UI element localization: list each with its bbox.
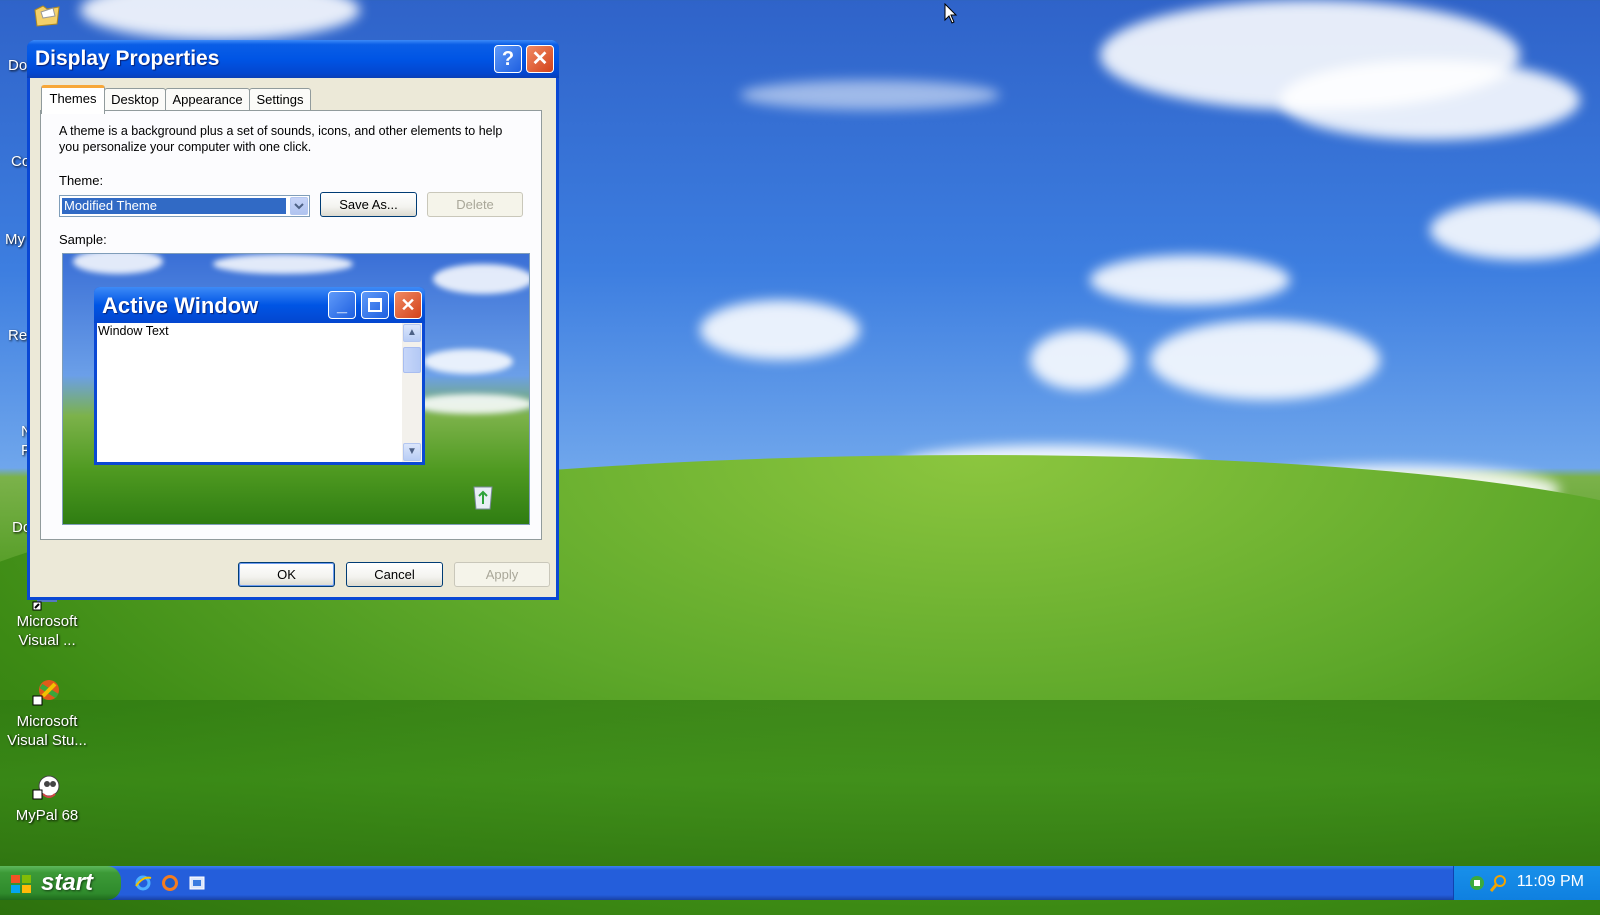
start-button[interactable]: start	[0, 866, 121, 900]
ok-button[interactable]: OK	[238, 562, 335, 587]
tab-appearance[interactable]: Appearance	[165, 88, 250, 111]
desktop-icon-label: Visual Stu...	[7, 732, 87, 749]
search-icon[interactable]	[1489, 874, 1508, 892]
theme-dropdown[interactable]: Modified Theme	[59, 195, 310, 217]
folder-icon[interactable]	[33, 2, 61, 28]
sample-title-bar: Active Window _ ✕	[94, 287, 425, 323]
sample-active-window: Active Window _ ✕ Window Text ▲ ▼	[94, 287, 425, 465]
minimize-icon: _	[328, 291, 356, 319]
sample-window-text: Window Text	[98, 324, 169, 338]
save-as-button[interactable]: Save As...	[320, 192, 417, 217]
recycle-bin-icon	[471, 482, 495, 510]
scroll-down-icon: ▼	[403, 443, 421, 461]
desktop-icon-label: MyPal 68	[15, 807, 79, 824]
theme-label: Theme:	[59, 173, 104, 188]
themes-panel: A theme is a background plus a set of so…	[40, 110, 542, 540]
desktop-icon-label: Visual ...	[18, 632, 76, 649]
close-icon: ✕	[394, 291, 422, 319]
internet-explorer-icon[interactable]	[134, 874, 152, 892]
question-mark-icon: ?	[501, 48, 515, 70]
start-label: start	[41, 869, 94, 896]
firefox-icon[interactable]	[161, 874, 179, 892]
maximize-icon	[361, 291, 389, 319]
desktop-icon-visual-studio-shortcut[interactable]: Microsoft Visual ...	[2, 594, 92, 650]
show-desktop-icon[interactable]	[188, 874, 206, 892]
tab-desktop[interactable]: Desktop	[104, 88, 166, 111]
title-bar[interactable]: Display Properties ? ✕	[27, 40, 559, 78]
mypal-icon	[31, 772, 63, 804]
desktop-partial-label[interactable]: Do	[8, 57, 27, 74]
desktop-icon-visual-studio[interactable]: Microsoft Visual Stu...	[2, 678, 92, 750]
sample-label: Sample:	[59, 232, 107, 247]
scroll-thumb	[403, 347, 421, 373]
desktop-partial-label[interactable]: My	[5, 231, 25, 248]
close-button[interactable]: ✕	[526, 45, 554, 73]
taskbar: start 11:09 PM	[0, 866, 1600, 900]
sample-window-body: Window Text ▲ ▼	[97, 323, 422, 462]
delete-button[interactable]: Delete	[427, 192, 523, 217]
help-button[interactable]: ?	[494, 45, 522, 73]
theme-description: A theme is a background plus a set of so…	[59, 124, 503, 154]
close-icon: ✕	[531, 48, 549, 70]
tab-settings[interactable]: Settings	[249, 88, 311, 111]
display-properties-window: Display Properties ? ✕ Themes Desktop Ap…	[27, 40, 559, 600]
scroll-up-icon: ▲	[403, 324, 421, 342]
theme-sample-preview: Active Window _ ✕ Window Text ▲ ▼	[62, 253, 530, 525]
clock[interactable]: 11:09 PM	[1517, 873, 1584, 891]
sample-scrollbar: ▲ ▼	[402, 323, 422, 462]
apply-button[interactable]: Apply	[454, 562, 550, 587]
network-icon[interactable]	[1468, 874, 1486, 892]
desktop-icon-mypal[interactable]: MyPal 68	[2, 772, 92, 825]
sample-window-title: Active Window	[102, 293, 259, 318]
chevron-down-icon[interactable]	[290, 197, 308, 215]
visual-studio-icon	[31, 678, 63, 710]
cancel-button[interactable]: Cancel	[346, 562, 443, 587]
window-title: Display Properties	[35, 47, 220, 70]
tab-themes[interactable]: Themes	[41, 85, 105, 114]
desktop-partial-label[interactable]: Re	[8, 327, 27, 344]
theme-dropdown-value: Modified Theme	[62, 198, 286, 214]
desktop-icon-label: Microsoft	[16, 713, 78, 730]
system-tray: 11:09 PM	[1453, 866, 1600, 900]
windows-logo-icon	[10, 873, 32, 893]
